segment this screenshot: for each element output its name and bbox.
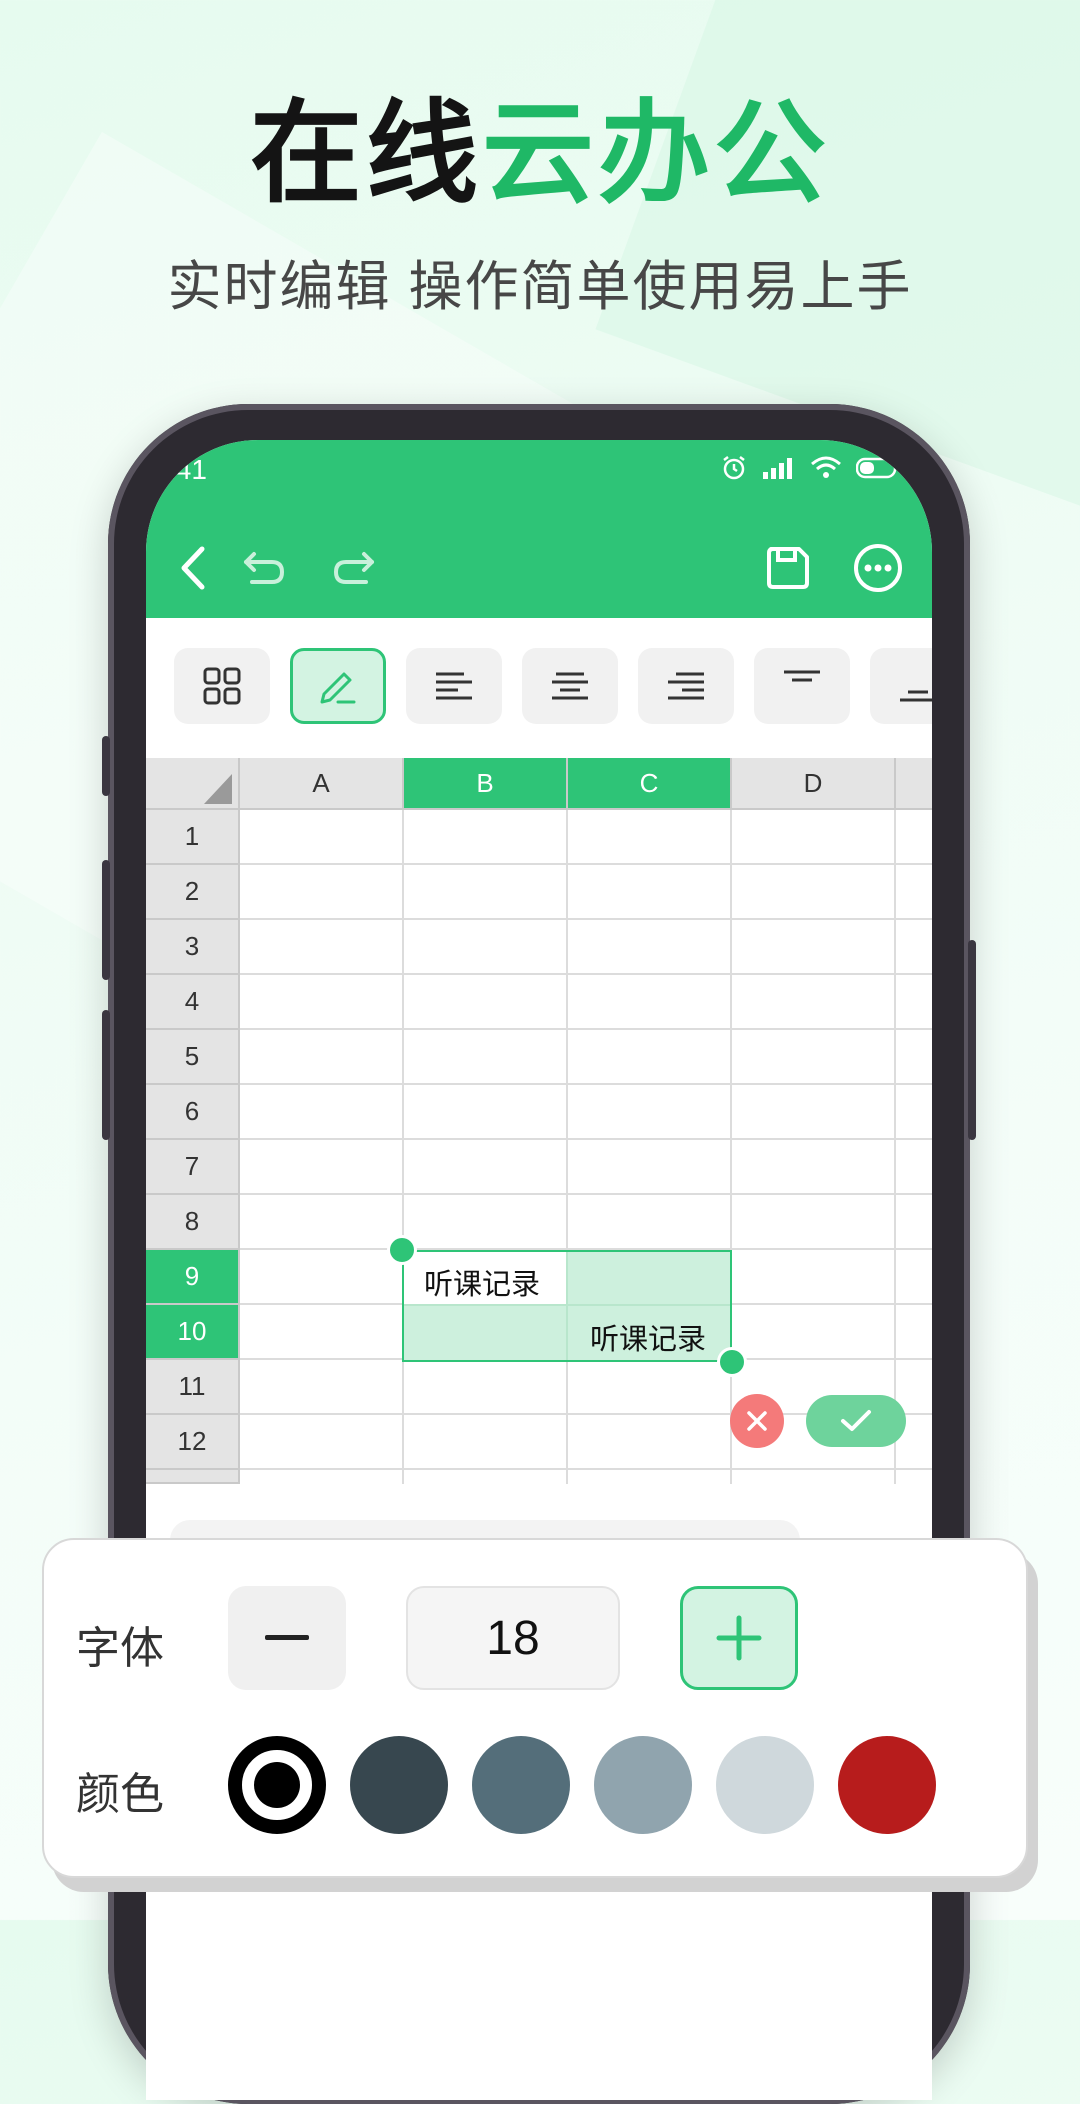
corner-triangle-icon xyxy=(204,774,232,804)
status-icons xyxy=(720,454,902,482)
column-header-c[interactable]: C xyxy=(568,758,732,810)
align-top-button[interactable] xyxy=(754,648,850,724)
decrease-font-button[interactable] xyxy=(228,1586,346,1690)
column-header-b[interactable]: B xyxy=(404,758,568,810)
format-toolbar xyxy=(146,618,932,758)
battery-icon xyxy=(856,457,900,479)
grid-line xyxy=(240,1028,932,1030)
selection-handle-top-left[interactable] xyxy=(387,1235,417,1265)
align-top-icon xyxy=(784,670,820,682)
align-center-button[interactable] xyxy=(522,648,618,724)
select-all-corner[interactable] xyxy=(146,758,240,810)
confirm-edit-button[interactable] xyxy=(806,1395,906,1447)
save-icon xyxy=(767,547,809,589)
row-header-8[interactable]: 8 xyxy=(146,1195,240,1250)
back-chevron-icon xyxy=(181,546,205,590)
undo-icon xyxy=(244,552,285,584)
align-bottom-button[interactable] xyxy=(870,648,932,724)
row-header-3[interactable]: 3 xyxy=(146,920,240,975)
phone-side-button xyxy=(102,860,110,980)
row-header-12[interactable]: 12 xyxy=(146,1415,240,1470)
alarm-icon xyxy=(723,456,745,480)
color-label: 颜色 xyxy=(76,1770,164,1819)
plus-icon xyxy=(716,1615,762,1661)
headline-green-text: 云办公 xyxy=(482,91,830,216)
row-header-6[interactable]: 6 xyxy=(146,1085,240,1140)
back-button[interactable] xyxy=(156,530,232,606)
row-header-10[interactable]: 10 xyxy=(146,1305,240,1360)
row-header-4[interactable]: 4 xyxy=(146,975,240,1030)
wifi-icon xyxy=(811,456,841,478)
subheadline: 实时编辑 操作简单使用易上手 xyxy=(167,257,913,317)
cell-b9-text: 听课记录 xyxy=(424,1269,541,1301)
grid-line xyxy=(240,1138,932,1140)
grid-line xyxy=(566,810,568,1484)
grid-line xyxy=(240,1468,932,1470)
row-header-2[interactable]: 2 xyxy=(146,865,240,920)
app-toolbar xyxy=(146,520,932,616)
save-button[interactable] xyxy=(750,530,826,606)
increase-font-button[interactable] xyxy=(680,1586,798,1690)
signal-icon xyxy=(763,458,792,479)
font-size-value[interactable]: 18 xyxy=(406,1586,620,1690)
align-left-button[interactable] xyxy=(406,648,502,724)
phone-side-button xyxy=(968,940,976,1140)
edit-tool-button[interactable] xyxy=(290,648,386,724)
color-swatch-black-selected[interactable] xyxy=(228,1736,326,1834)
phone-side-button xyxy=(102,1010,110,1140)
more-button[interactable] xyxy=(840,530,916,606)
row-header-11[interactable]: 11 xyxy=(146,1360,240,1415)
row-header-5[interactable]: 5 xyxy=(146,1030,240,1085)
phone-side-button xyxy=(102,736,110,796)
align-center-icon xyxy=(552,672,588,700)
grid-line xyxy=(566,1252,568,1360)
app-bar: :41 xyxy=(146,440,932,618)
grid-line xyxy=(240,973,932,975)
align-left-icon xyxy=(436,672,472,700)
color-swatch-light-gray[interactable] xyxy=(716,1736,814,1834)
redo-icon xyxy=(333,552,374,584)
undo-button[interactable] xyxy=(226,530,302,606)
align-right-button[interactable] xyxy=(638,648,734,724)
grid-line xyxy=(402,810,404,1484)
format-panel: 字体 18 颜色 xyxy=(42,1538,1028,1878)
color-swatch-slate[interactable] xyxy=(472,1736,570,1834)
row-header-7[interactable]: 7 xyxy=(146,1140,240,1195)
close-icon xyxy=(747,1411,767,1431)
column-header-d[interactable]: D xyxy=(732,758,896,810)
align-bottom-icon xyxy=(900,690,932,702)
color-swatch-red[interactable] xyxy=(838,1736,936,1834)
redo-button[interactable] xyxy=(316,530,392,606)
column-header-partial[interactable] xyxy=(896,758,932,810)
row-header-1[interactable]: 1 xyxy=(146,810,240,865)
more-icon xyxy=(854,544,902,592)
grid-line xyxy=(894,810,896,1484)
row-header-partial[interactable] xyxy=(146,1470,240,1484)
headline: 在线云办公 xyxy=(0,92,1080,215)
grid-line xyxy=(240,1193,932,1195)
minus-icon xyxy=(265,1635,309,1640)
grid-line xyxy=(730,810,732,1484)
cell-c10-text: 听课记录 xyxy=(590,1324,707,1356)
check-icon xyxy=(841,1410,871,1431)
grid-line xyxy=(240,918,932,920)
color-swatch-dark-slate[interactable] xyxy=(350,1736,448,1834)
column-header-a[interactable]: A xyxy=(240,758,404,810)
grid-line xyxy=(240,863,932,865)
cancel-edit-button[interactable] xyxy=(730,1394,784,1448)
headline-dark-text: 在线 xyxy=(250,91,482,216)
grid-icon xyxy=(203,667,241,705)
selected-dot xyxy=(254,1762,300,1808)
align-right-icon xyxy=(668,672,704,700)
grid-tool-button[interactable] xyxy=(174,648,270,724)
row-header-9[interactable]: 9 xyxy=(146,1250,240,1305)
grid-line xyxy=(240,1083,932,1085)
edit-icon xyxy=(320,672,356,704)
status-bar: :41 xyxy=(146,440,932,506)
status-time: :41 xyxy=(168,454,207,485)
color-swatch-gray-blue[interactable] xyxy=(594,1736,692,1834)
font-size-label: 字体 xyxy=(76,1624,164,1673)
selection-handle-bottom-right[interactable] xyxy=(717,1347,747,1377)
